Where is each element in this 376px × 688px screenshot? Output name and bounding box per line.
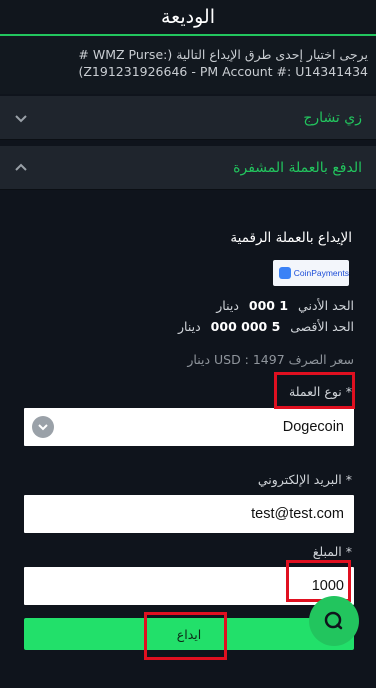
currency-label: * نوع العملة: [289, 384, 352, 399]
page-title: الوديعة: [161, 6, 215, 28]
accordion-label: زي تشارج: [303, 109, 362, 126]
currency-value: Dogecoin: [282, 419, 344, 435]
max-value: 5 000 000: [210, 319, 281, 334]
min-label: الحد الأدني: [298, 298, 354, 313]
accordion-crypto[interactable]: الدفع بالعملة المشفرة: [0, 146, 376, 190]
instructions-line-2: (Z191231926646 - PM Account #: U14341434: [78, 64, 368, 79]
chevron-up-icon: [14, 161, 28, 175]
max-unit: دينار: [178, 319, 201, 334]
min-limit: الحد الأدني 1 000 دينار: [216, 298, 354, 313]
amount-field[interactable]: 1000: [24, 567, 354, 605]
max-label: الحد الأقصى: [290, 319, 354, 334]
accordion-label: الدفع بالعملة المشفرة: [233, 159, 362, 176]
amount-value: 1000: [311, 578, 344, 594]
max-limit: الحد الأقصى 5 000 000 دينار: [178, 319, 354, 334]
email-value: test@test.com: [251, 506, 344, 522]
min-value: 1 000: [248, 298, 289, 313]
accordion-zain-cash[interactable]: زي تشارج: [0, 96, 376, 140]
chevron-down-icon[interactable]: [32, 416, 54, 438]
min-unit: دينار: [216, 298, 239, 313]
deposit-button[interactable]: ايداع: [24, 618, 354, 650]
exchange-rate: سعر الصرف USD : 1497 دينار: [187, 352, 354, 367]
instructions-line-1: يرجى اختيار إحدى طرق الإيداع التالية (:W…: [78, 47, 368, 62]
coinpayments-mark-icon: [279, 267, 291, 279]
email-field[interactable]: test@test.com: [24, 495, 354, 533]
amount-label: * المبلغ: [312, 544, 352, 559]
email-label: * البريد الإلكتروني: [257, 472, 352, 487]
page-header: الوديعة: [0, 0, 376, 36]
section-title: الإيداع بالعملة الرقمية: [230, 230, 352, 246]
chat-button[interactable]: [309, 596, 359, 646]
chat-bubble-icon: [324, 611, 343, 630]
logo-text: CoinPayments: [293, 268, 349, 278]
coinpayments-logo: CoinPayments: [273, 260, 349, 286]
deposit-button-label: ايداع: [176, 626, 202, 642]
deposit-instructions: يرجى اختيار إحدى طرق الإيداع التالية (:W…: [0, 36, 376, 94]
chevron-down-icon: [14, 111, 28, 125]
currency-select[interactable]: Dogecoin: [24, 408, 354, 446]
